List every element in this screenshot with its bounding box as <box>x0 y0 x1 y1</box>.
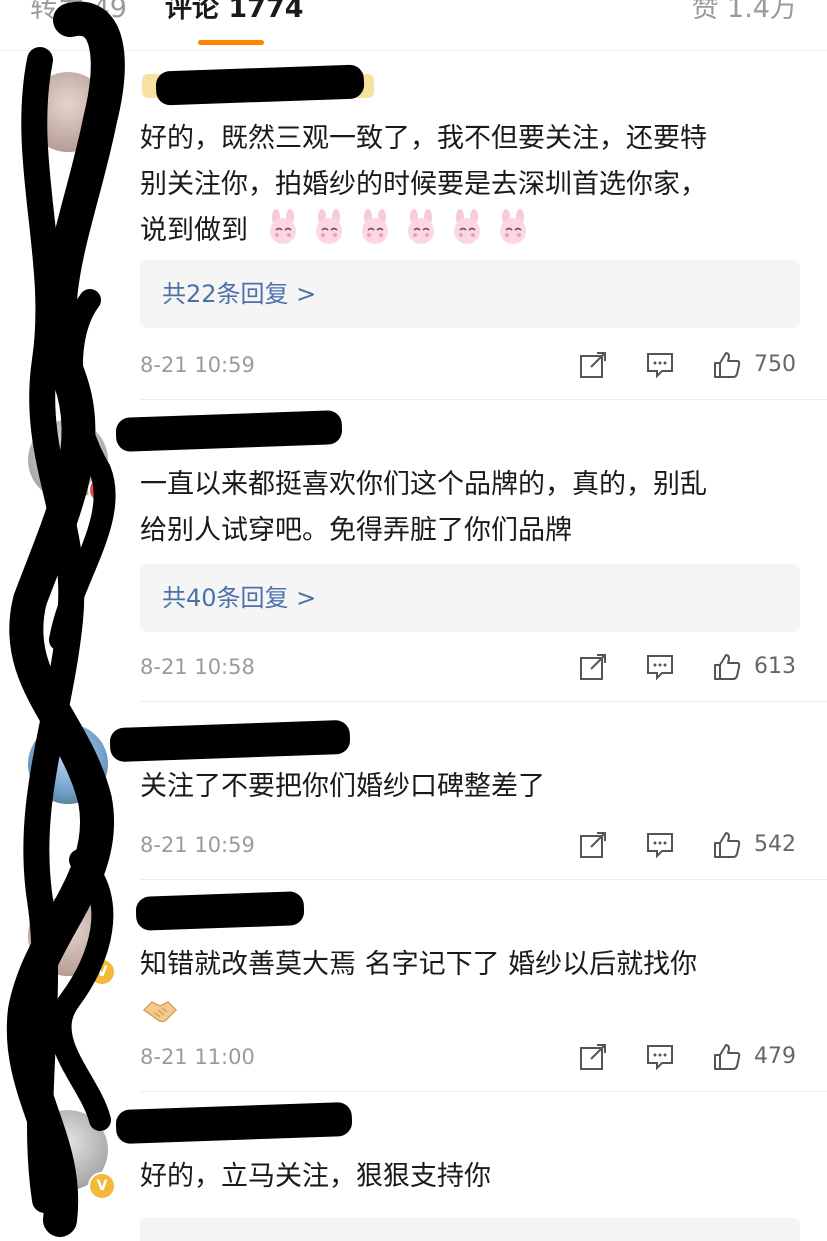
like-count: 613 <box>754 654 796 679</box>
comment-item: 好的，既然三观一致了，我不但要关注，还要特 别关注你，拍婚纱的时候要是去深圳首选… <box>0 60 827 400</box>
bunny-emoji-icon <box>500 209 526 244</box>
comment-time: 8-21 10:59 <box>140 353 255 377</box>
thumbs-up-icon[interactable] <box>712 652 742 682</box>
username-redaction <box>115 410 343 452</box>
tab-comments[interactable]: 评论 1774 <box>165 0 304 26</box>
bunny-emoji-icon <box>362 209 388 244</box>
username-redaction <box>135 891 305 931</box>
username-redaction <box>109 719 351 763</box>
comment-time: 8-21 11:00 <box>140 1045 255 1069</box>
vip-badge-icon: V <box>88 1172 116 1200</box>
avatar[interactable] <box>28 724 108 804</box>
comment-item: 关注了不要把你们婚纱口碑整差了 8-21 10:59 542 <box>0 702 827 878</box>
replies-box[interactable]: 共40条回复 > <box>140 564 800 632</box>
username-redaction <box>155 64 365 106</box>
share-icon[interactable] <box>578 652 608 682</box>
tab-reposts[interactable]: 转发 49 <box>30 0 127 26</box>
tab-likes[interactable]: 赞 1.4万 <box>691 0 797 26</box>
comment-item: V 知错就改善莫大焉 名字记下了 婚纱以后就找你 8-21 11:00 479 <box>0 880 827 1090</box>
comment-meta: 8-21 10:59 750 <box>140 348 800 382</box>
comment-text: 好的，立马关注，狠狠支持你 <box>140 1161 491 1192</box>
replies-box[interactable] <box>140 1218 800 1241</box>
comment-time: 8-21 10:59 <box>140 833 255 857</box>
comment-meta: 8-21 10:59 542 <box>140 828 800 862</box>
share-icon[interactable] <box>578 1042 608 1072</box>
comment-meta: 8-21 10:58 613 <box>140 650 800 684</box>
comment-icon[interactable] <box>645 652 675 682</box>
like-count: 750 <box>754 352 796 377</box>
view-replies-link[interactable]: 共22条回复 > <box>162 277 316 311</box>
comment-item: ★ 一直以来都挺喜欢你们这个品牌的，真的，别乱 给别人试穿吧。免得弄脏了你们品牌… <box>0 400 827 700</box>
comment-text: 一直以来都挺喜欢你们这个品牌的，真的，别乱 给别人试穿吧。免得弄脏了你们品牌 <box>140 469 707 546</box>
vip-badge-icon: V <box>88 958 116 986</box>
avatar[interactable] <box>28 72 108 152</box>
replies-box[interactable]: 共22条回复 > <box>140 260 800 328</box>
bunny-emoji-icon <box>316 209 342 244</box>
comment-icon[interactable] <box>645 1042 675 1072</box>
username-redaction <box>115 1101 353 1145</box>
weibo-comments-screen: 转发 49 评论 1774 赞 1.4万 好的，既然三观一致了，我不但要关注，还… <box>0 0 827 1241</box>
like-count: 479 <box>754 1044 796 1069</box>
share-icon[interactable] <box>578 830 608 860</box>
thumbs-up-icon[interactable] <box>712 830 742 860</box>
bunny-emoji-icon <box>454 209 480 244</box>
thumbs-up-icon[interactable] <box>712 1042 742 1072</box>
comment-text: 知错就改善莫大焉 名字记下了 婚纱以后就找你 <box>140 949 698 980</box>
like-count: 542 <box>754 832 796 857</box>
comment-meta: 8-21 11:00 479 <box>140 1040 800 1074</box>
share-icon[interactable] <box>578 350 608 380</box>
comment-item: V 好的，立马关注，狠狠支持你 <box>0 1092 827 1241</box>
tab-bar: 转发 49 评论 1774 赞 1.4万 <box>0 0 827 51</box>
emoji-row <box>264 208 532 246</box>
comment-text: 关注了不要把你们婚纱口碑整差了 <box>140 771 545 802</box>
comment-time: 8-21 10:58 <box>140 655 255 679</box>
bunny-emoji-icon <box>408 209 434 244</box>
comment-icon[interactable] <box>645 350 675 380</box>
bunny-emoji-icon <box>270 209 296 244</box>
active-tab-indicator <box>198 40 264 45</box>
view-replies-link[interactable]: 共40条回复 > <box>162 581 316 615</box>
thumbs-up-icon[interactable] <box>712 350 742 380</box>
handshake-emoji-icon <box>142 1001 178 1023</box>
verified-badge-icon: ★ <box>88 476 116 504</box>
comment-icon[interactable] <box>645 830 675 860</box>
